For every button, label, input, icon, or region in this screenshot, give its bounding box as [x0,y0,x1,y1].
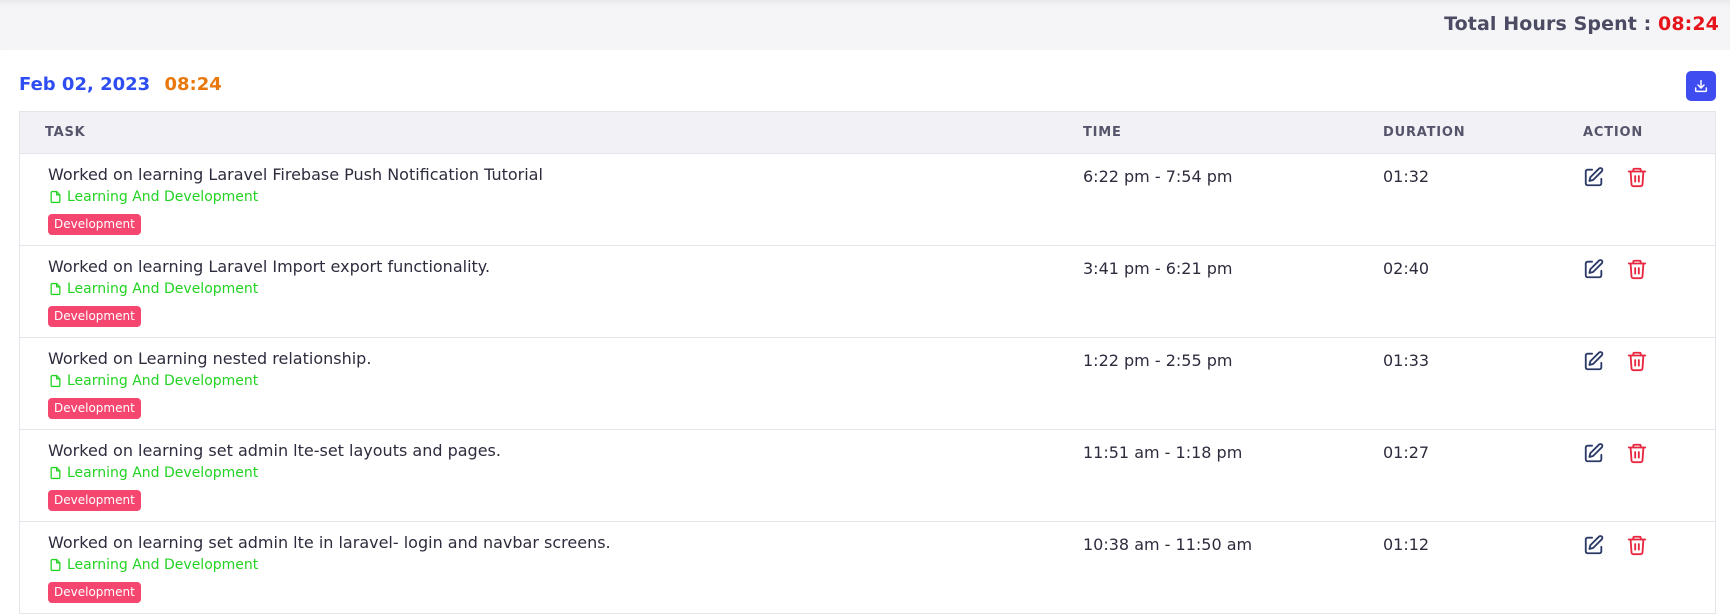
edit-icon [1583,351,1605,376]
time-range: 10:38 am - 11:50 am [1083,535,1253,554]
edit-button[interactable] [1583,442,1607,466]
time-range: 1:22 pm - 2:55 pm [1083,351,1233,370]
task-title: Worked on learning set admin lte-set lay… [48,441,501,460]
download-icon [1694,79,1708,93]
edit-button[interactable] [1583,350,1607,374]
project-name: Learning And Development [67,465,259,481]
edit-icon [1583,259,1605,284]
table-row: Worked on learning set admin lte-set lay… [20,430,1715,522]
duration-value: 01:32 [1383,167,1430,186]
category-badge: Development [48,398,141,419]
total-hours-label: Total Hours Spent : [1444,13,1659,35]
delete-button[interactable] [1626,166,1650,190]
project-name: Learning And Development [67,557,259,573]
file-icon [49,466,62,480]
duration-value: 01:27 [1383,443,1430,462]
time-range: 6:22 pm - 7:54 pm [1083,167,1233,186]
file-icon [49,190,62,204]
trash-icon [1626,535,1648,560]
edit-button[interactable] [1583,258,1607,282]
edit-button[interactable] [1583,534,1607,558]
task-title: Worked on Learning nested relationship. [48,349,372,368]
download-button[interactable] [1686,71,1716,101]
project-link[interactable]: Learning And Development [49,465,258,481]
column-header-duration: DURATION [1383,125,1466,140]
delete-button[interactable] [1626,350,1650,374]
table-body: Worked on learning Laravel Firebase Push… [20,154,1715,614]
task-title: Worked on learning Laravel Import export… [48,257,491,276]
table-row: Worked on learning Laravel Firebase Push… [20,154,1715,246]
project-link[interactable]: Learning And Development [49,189,258,205]
table-row: Worked on learning Laravel Import export… [20,246,1715,338]
total-hours-summary: Total Hours Spent : 08:24 [1444,13,1719,35]
project-link[interactable]: Learning And Development [49,281,258,297]
file-icon [49,558,62,572]
table-header: TASK TIME DURATION ACTION [20,111,1715,154]
edit-icon [1583,443,1605,468]
table-row: Worked on Learning nested relationship. L… [20,338,1715,430]
project-name: Learning And Development [67,373,259,389]
column-header-action: ACTION [1583,125,1644,140]
task-title: Worked on learning Laravel Firebase Push… [48,165,543,184]
day-date: Feb 02, 2023 [19,74,151,95]
project-name: Learning And Development [67,281,259,297]
edit-icon [1583,535,1605,560]
category-badge: Development [48,490,141,511]
time-range: 3:41 pm - 6:21 pm [1083,259,1233,278]
day-header: Feb 02, 2023 08:24 [19,74,222,95]
task-table: TASK TIME DURATION ACTION Worked on lear… [19,111,1716,614]
project-link[interactable]: Learning And Development [49,373,258,389]
column-header-task: TASK [45,125,86,140]
column-header-time: TIME [1083,125,1122,140]
delete-button[interactable] [1626,258,1650,282]
category-badge: Development [48,582,141,603]
trash-icon [1626,443,1648,468]
project-link[interactable]: Learning And Development [49,557,258,573]
edit-button[interactable] [1583,166,1607,190]
trash-icon [1626,259,1648,284]
task-title: Worked on learning set admin lte in lara… [48,533,611,552]
category-badge: Development [48,306,141,327]
project-name: Learning And Development [67,189,259,205]
delete-button[interactable] [1626,534,1650,558]
duration-value: 02:40 [1383,259,1430,278]
duration-value: 01:12 [1383,535,1430,554]
delete-button[interactable] [1626,442,1650,466]
duration-value: 01:33 [1383,351,1430,370]
category-badge: Development [48,214,141,235]
table-row: Worked on learning set admin lte in lara… [20,522,1715,614]
trash-icon [1626,167,1648,192]
trash-icon [1626,351,1648,376]
edit-icon [1583,167,1605,192]
top-bar: Total Hours Spent : 08:24 [0,0,1730,50]
file-icon [49,374,62,388]
file-icon [49,282,62,296]
total-hours-value: 08:24 [1658,13,1719,35]
day-hours: 08:24 [164,74,222,95]
time-range: 11:51 am - 1:18 pm [1083,443,1243,462]
